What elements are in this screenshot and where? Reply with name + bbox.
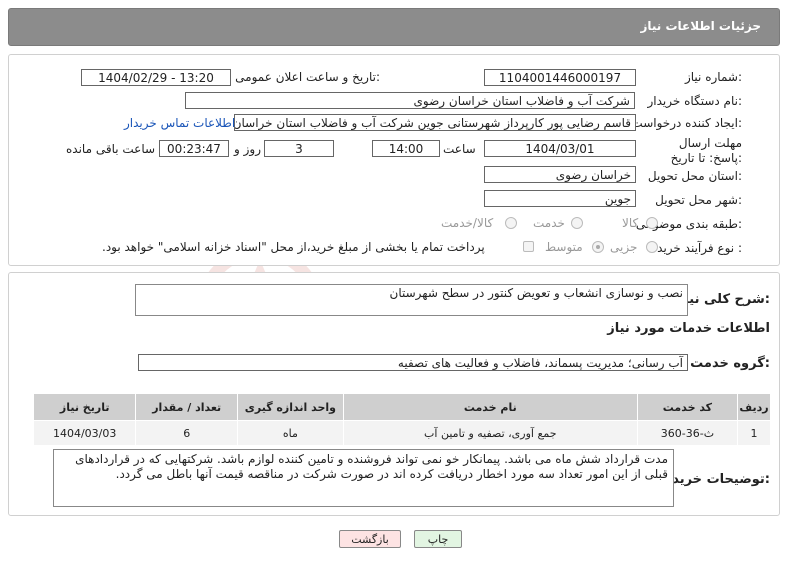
category-service-label: خدمت <box>533 216 565 230</box>
city-label: شهر محل تحویل: <box>655 193 742 207</box>
announce-datetime-field: 1404/02/29 - 13:20 <box>81 69 231 86</box>
creator-field: قاسم رضایی پور کارپرداز شهرستانی جوین شر… <box>234 114 636 131</box>
creator-label: ایجاد کننده درخواست: <box>631 116 742 130</box>
print-button[interactable]: چاپ <box>414 530 462 548</box>
col-date-header: تاریخ نیاز <box>32 393 137 421</box>
cell-date: 1404/03/03 <box>32 420 137 446</box>
buyer-contact-link[interactable]: اطلاعات تماس خریدار <box>124 116 235 130</box>
payment-treasury-checkbox[interactable] <box>523 241 534 252</box>
category-goods-label: کالا <box>622 216 639 230</box>
category-goods-service-label: کالا/خدمت <box>441 216 494 230</box>
category-goods-radio[interactable] <box>646 217 658 229</box>
remaining-label: ساعت باقی مانده <box>66 142 156 156</box>
page-title: جزئیات اطلاعات نیاز <box>640 19 761 33</box>
announce-label: تاریخ و ساعت اعلان عمومی: <box>235 70 380 84</box>
summary-label: شرح کلی نیاز: <box>676 292 770 307</box>
payment-note: پرداخت تمام یا بخشی از مبلغ خرید،از محل … <box>102 240 485 254</box>
services-table: ردیف کد خدمت نام خدمت واحد اندازه گیری ت… <box>32 393 771 446</box>
buyer-org-field: شرکت آب و فاضلاب استان خراسان رضوی <box>185 92 635 109</box>
col-row-header: ردیف <box>737 393 771 421</box>
col-unit-header: واحد اندازه گیری <box>237 393 344 421</box>
cell-qty: 6 <box>135 420 239 446</box>
back-button[interactable]: بازگشت <box>339 530 401 548</box>
cell-name: جمع آوری، تصفیه و تامین آب <box>342 420 638 446</box>
province-field: خراسان رضوی <box>484 166 636 183</box>
cell-row: 1 <box>737 420 771 446</box>
cell-unit: ماه <box>237 420 344 446</box>
process-minor-label: جزیی <box>610 240 638 254</box>
need-number-label: شماره نیاز: <box>684 70 742 84</box>
col-qty-header: تعداد / مقدار <box>135 393 239 421</box>
deadline-date-field: 1404/03/01 <box>484 140 636 157</box>
table-header-row: ردیف کد خدمت نام خدمت واحد اندازه گیری ت… <box>32 393 771 421</box>
category-service-radio[interactable] <box>571 217 583 229</box>
days-label: روز و <box>234 142 261 156</box>
days-remaining-field: 3 <box>264 140 334 157</box>
summary-textarea[interactable]: نصب و نوسازی انشعاب و تعویض کنتور در سطح… <box>135 284 688 316</box>
buyer-notes-textarea[interactable]: مدت قرارداد شش ماه می باشد. پیمانکار خو … <box>53 449 674 507</box>
deadline-time-field: 14:00 <box>372 140 440 157</box>
cell-code: ث-36-360 <box>636 420 739 446</box>
province-label: استان محل تحویل: <box>647 169 742 183</box>
page-header: جزئیات اطلاعات نیاز <box>8 8 780 46</box>
category-goods-service-radio[interactable] <box>505 217 517 229</box>
col-name-header: نام خدمت <box>342 393 638 421</box>
remaining-time-field: 00:23:47 <box>159 140 229 157</box>
col-code-header: کد خدمت <box>636 393 739 421</box>
time-label: ساعت <box>443 142 476 156</box>
service-group-field: آب رسانی؛ مدیریت پسماند، فاضلاب و فعالیت… <box>138 354 688 371</box>
table-row: 1 ث-36-360 جمع آوری، تصفیه و تامین آب ما… <box>32 420 771 446</box>
need-number-field: 1104001446000197 <box>484 69 636 86</box>
services-title: اطلاعات خدمات مورد نیاز <box>607 321 770 336</box>
buyer-org-label: نام دستگاه خریدار: <box>647 94 743 108</box>
process-minor-radio[interactable] <box>646 241 658 253</box>
service-group-label: گروه خدمت: <box>690 356 770 371</box>
process-label: نوع فرآیند خرید : <box>657 241 742 255</box>
deadline-label: مهلت ارسال پاسخ: تا تاریخ: <box>670 136 742 165</box>
process-medium-radio[interactable] <box>592 241 604 253</box>
city-field: جوین <box>484 190 636 207</box>
process-medium-label: متوسط <box>545 240 583 254</box>
buyer-notes-label: توضیحات خریدار: <box>660 472 770 487</box>
